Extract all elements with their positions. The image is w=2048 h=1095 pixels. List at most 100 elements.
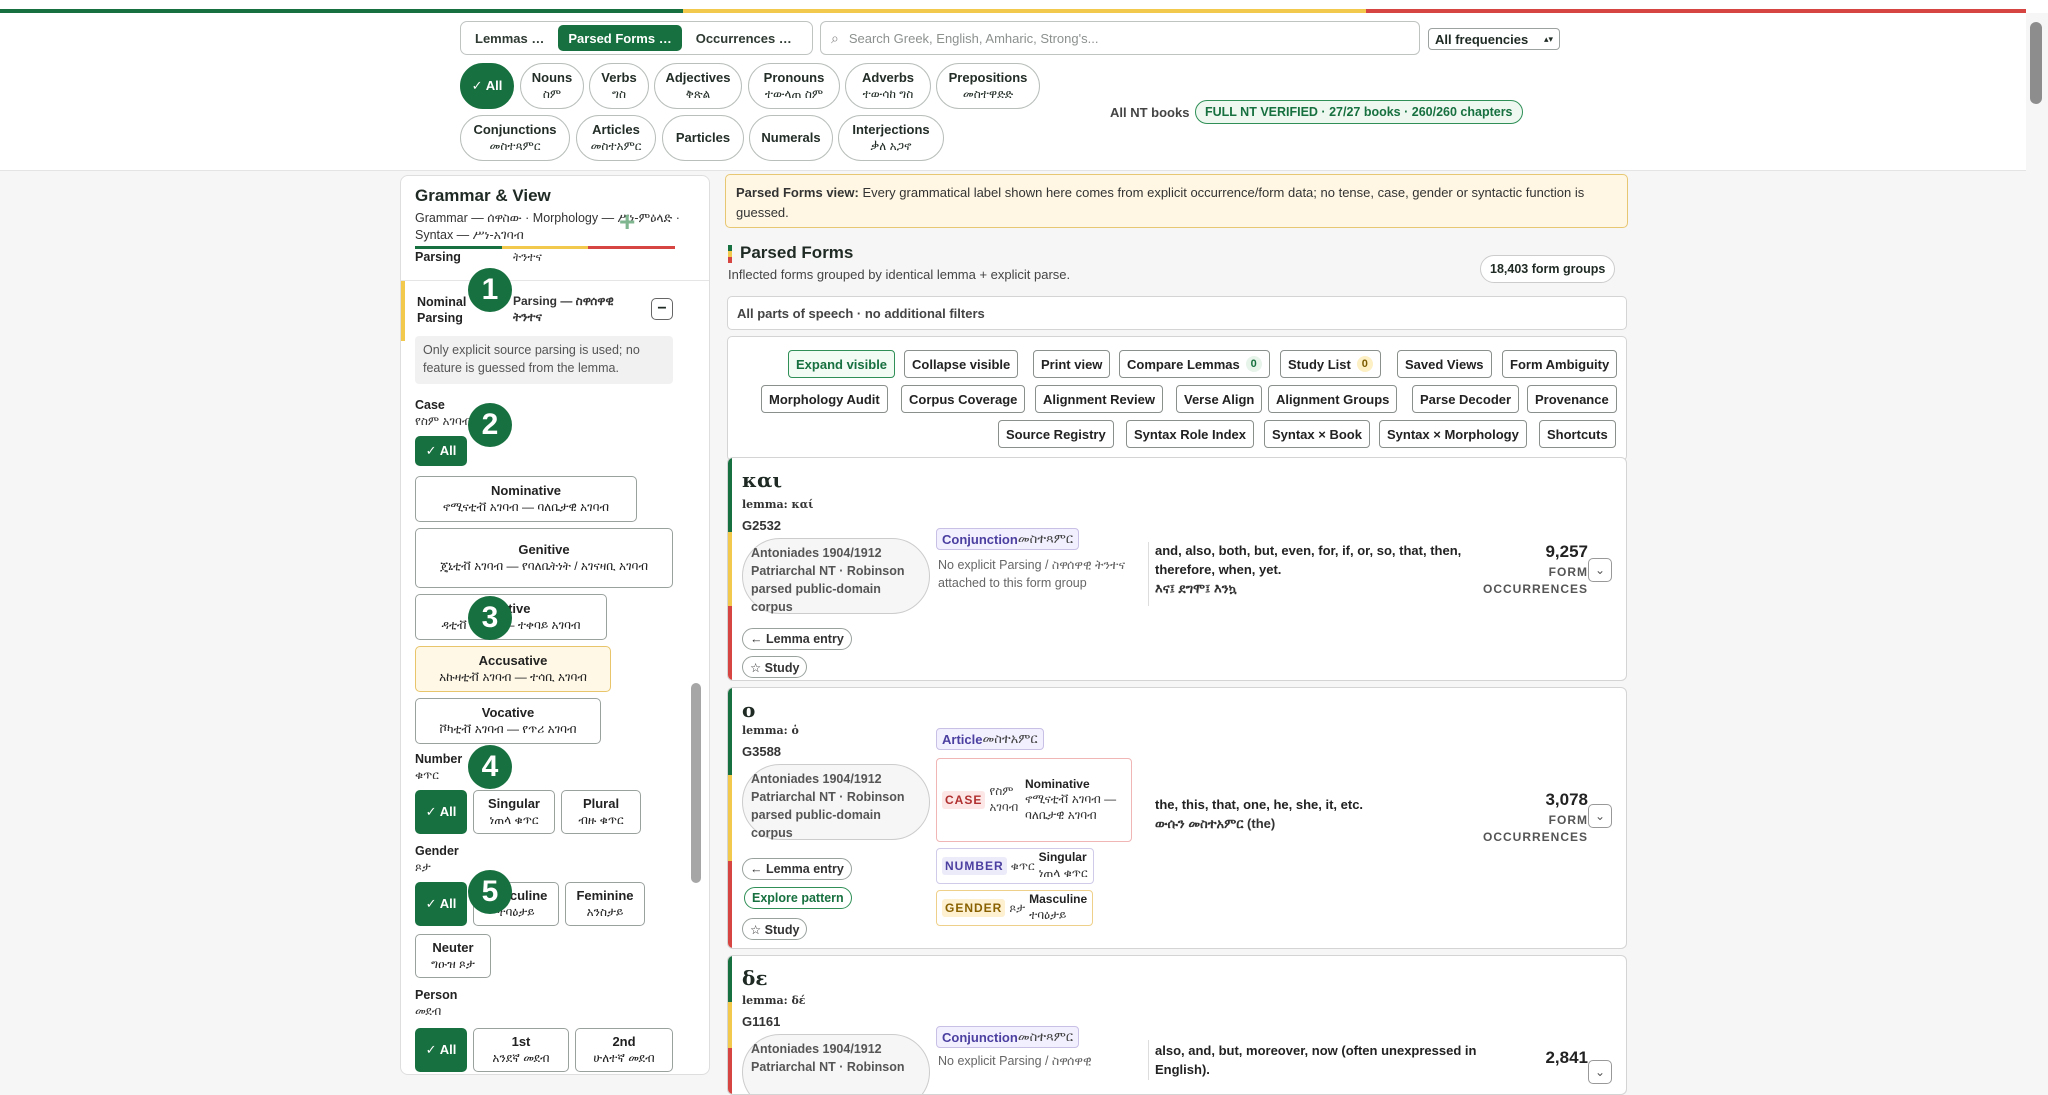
collapse-button[interactable]: − (651, 298, 673, 320)
pos-filter-all[interactable]: ✓ All (460, 63, 514, 109)
source-pill: Antoniades 1904/1912 Patriarchal NT · Ro… (742, 538, 930, 614)
source-registry-button[interactable]: Source Registry (998, 420, 1114, 448)
pos-filter-numerals[interactable]: Numerals (749, 115, 833, 161)
gender-feminine-chip[interactable]: Feminine አንስታይ (565, 882, 645, 926)
parsing-section-label[interactable]: Parsing (415, 250, 461, 264)
print-view-button[interactable]: Print view (1033, 350, 1111, 378)
explore-pattern-button[interactable]: Explore pattern (744, 887, 852, 909)
button-label: Alignment Review (1043, 391, 1155, 407)
morphology-audit-button[interactable]: Morphology Audit (761, 385, 888, 413)
pos-tag-am: መስተጻምር (1017, 531, 1074, 546)
person-1st-chip[interactable]: 1st አንደኛ መደብ (473, 1028, 569, 1072)
alignment-groups-button[interactable]: Alignment Groups (1268, 385, 1398, 413)
corpus-coverage-button[interactable]: Corpus Coverage (901, 385, 1026, 413)
feature-key-label: CASE (945, 793, 983, 807)
pos-filter-interjections[interactable]: Interjections ቃለ አጋኖ (838, 115, 944, 161)
window-scrollbar[interactable] (2030, 22, 2042, 104)
chip-am: ቮካቲቭ አገባብ — የጥሪ አገባብ (439, 721, 577, 736)
study-list-button[interactable]: Study List 0 (1280, 350, 1381, 378)
callout-badge-2: 2 (468, 403, 512, 447)
lemma-entry-button[interactable]: ← Lemma entry (742, 858, 852, 880)
button-label: Syntax × Book (1272, 426, 1362, 442)
expand-chevron-icon[interactable]: ⌄ (1588, 804, 1612, 828)
feature-key: CASE (942, 791, 986, 809)
person-2nd-chip[interactable]: 2nd ሁለተኛ መደብ (575, 1028, 673, 1072)
verse-align-button[interactable]: Verse Align (1176, 385, 1263, 413)
gender-neuter-chip[interactable]: Neuter ግዑዝ ጾታ (415, 934, 491, 978)
form-ambiguity-button[interactable]: Form Ambiguity (1502, 350, 1618, 378)
number-plural-chip[interactable]: Plural ብዙ ቁጥር (561, 790, 641, 834)
study-button[interactable]: ☆ Study (742, 918, 808, 940)
button-label: Saved Views (1405, 356, 1484, 372)
expand-visible-button[interactable]: Expand visible (788, 350, 896, 378)
study-button[interactable]: ☆ Study (742, 656, 808, 678)
form-occurrences: 2,841 (1468, 1046, 1588, 1070)
pos-filter-adjectives[interactable]: Adjectives ቅጽል (654, 63, 742, 109)
lemma-text: lemma: ὁ (742, 724, 799, 737)
nominal-left-2: Parsing (417, 311, 463, 326)
provenance-button[interactable]: Provenance (1527, 385, 1617, 413)
alignment-review-button[interactable]: Alignment Review (1035, 385, 1163, 413)
syntax-role-index-button[interactable]: Syntax Role Index (1126, 420, 1254, 448)
parsing-section-am: ትንተና (513, 250, 542, 264)
case-accusative-chip[interactable]: Accusative አኩዛቲቭ አገባብ — ተሳቢ አገባብ (415, 646, 611, 692)
pos-filter-verbs[interactable]: Verbs ግስ (589, 63, 649, 109)
pos-filter-nouns[interactable]: Nouns ስም (520, 63, 584, 109)
expand-chevron-icon[interactable]: ⌄ (1588, 558, 1612, 582)
feature-key: GENDER (942, 899, 1006, 917)
case-all-chip[interactable]: ✓ All (415, 436, 467, 466)
button-label: Compare Lemmas (1127, 356, 1240, 372)
saved-views-button[interactable]: Saved Views (1397, 350, 1492, 378)
shortcuts-button[interactable]: Shortcuts (1539, 420, 1616, 448)
pos-filter-am: ቅጽል (685, 86, 711, 101)
no-parse-note: No explicit Parsing / ስዋሰዋዊ (938, 1054, 1092, 1068)
pos-filter-particles[interactable]: Particles (662, 115, 744, 161)
no-parse-note: No explicit Parsing / ስዋሰዋዊ ትንተና attache… (938, 558, 1126, 591)
tab-parsed-forms[interactable]: Parsed Forms … (558, 25, 682, 51)
sidebar-scrollbar[interactable] (691, 683, 701, 883)
frequency-select[interactable]: All frequencies ▴▾ (1428, 28, 1560, 50)
case-vocative-chip[interactable]: Vocative ቮካቲቭ አገባብ — የጥሪ አገባብ (415, 698, 601, 744)
lemma-text: lemma: δέ (742, 994, 806, 1007)
syntax-morphology-button[interactable]: Syntax × Morphology (1379, 420, 1527, 448)
gloss-am: እና፤ ደግሞ፤ እንኳ (1155, 580, 1237, 596)
pos-filter-adverbs[interactable]: Adverbs ተውሳከ ግስ (845, 63, 931, 109)
nominal-parsing-header[interactable]: Nominal Parsing (417, 294, 466, 327)
number-singular-chip[interactable]: Singular ነጠላ ቁጥር (473, 790, 555, 834)
chip-label: ✓ All (425, 803, 457, 819)
pos-filter-am: ግስ (612, 86, 626, 101)
pos-filter-conjunctions[interactable]: Conjunctions መስተጻምር (460, 115, 570, 161)
pos-filter-label: ✓ All (471, 77, 503, 93)
greek-form: ο (742, 698, 756, 722)
search-input[interactable]: ⌕ Search Greek, English, Amharic, Strong… (820, 21, 1420, 55)
button-label: Syntax Role Index (1134, 426, 1246, 442)
pos-filter-pronouns[interactable]: Pronouns ተውላጠ ስም (748, 63, 840, 109)
person-all-chip[interactable]: ✓ All (415, 1028, 467, 1072)
lemma-entry-button[interactable]: ← Lemma entry (742, 628, 852, 650)
tab-occurrences[interactable]: Occurrences … (686, 25, 802, 51)
case-am: የስም አገባብ (415, 414, 472, 428)
compare-lemmas-button[interactable]: Compare Lemmas 0 (1119, 350, 1270, 378)
column-divider (1148, 542, 1149, 606)
search-placeholder: Search Greek, English, Amharic, Strong's… (848, 30, 1099, 46)
collapse-visible-button[interactable]: Collapse visible (904, 350, 1019, 378)
button-label: Corpus Coverage (909, 391, 1018, 407)
case-genitive-chip[interactable]: Genitive ጄኒቲቭ አገባብ — የባለቤትነት / አገናዛቢ አገባብ (415, 528, 673, 588)
form-card: και lemma: καί G2532 Antoniades 1904/191… (727, 457, 1627, 681)
case-nominative-chip[interactable]: Nominative ኖሚናቲቭ አገባብ — ባለቤታዊ አገባብ (415, 476, 637, 522)
tab-lemmas[interactable]: Lemmas … (465, 25, 554, 51)
number-all-chip[interactable]: ✓ All (415, 790, 467, 834)
gender-all-chip[interactable]: ✓ All (415, 882, 467, 926)
verified-badge: FULL NT VERIFIED · 27/27 books · 260/260… (1195, 100, 1523, 124)
button-label: Syntax × Morphology (1387, 426, 1519, 442)
pos-filter-articles[interactable]: Articles መስተአምር (576, 115, 656, 161)
occurrence-count: 2,841 (1545, 1048, 1588, 1067)
syntax-book-button[interactable]: Syntax × Book (1264, 420, 1370, 448)
button-label: Form Ambiguity (1510, 356, 1610, 372)
parse-decoder-button[interactable]: Parse Decoder (1412, 385, 1520, 413)
compare-count: 0 (1245, 356, 1262, 372)
pos-filter-prepositions[interactable]: Prepositions መስተዋድድ (936, 63, 1040, 109)
chip-label: Vocative (481, 704, 535, 720)
button-label: Study List (1288, 356, 1351, 372)
study-count: 0 (1356, 356, 1373, 372)
